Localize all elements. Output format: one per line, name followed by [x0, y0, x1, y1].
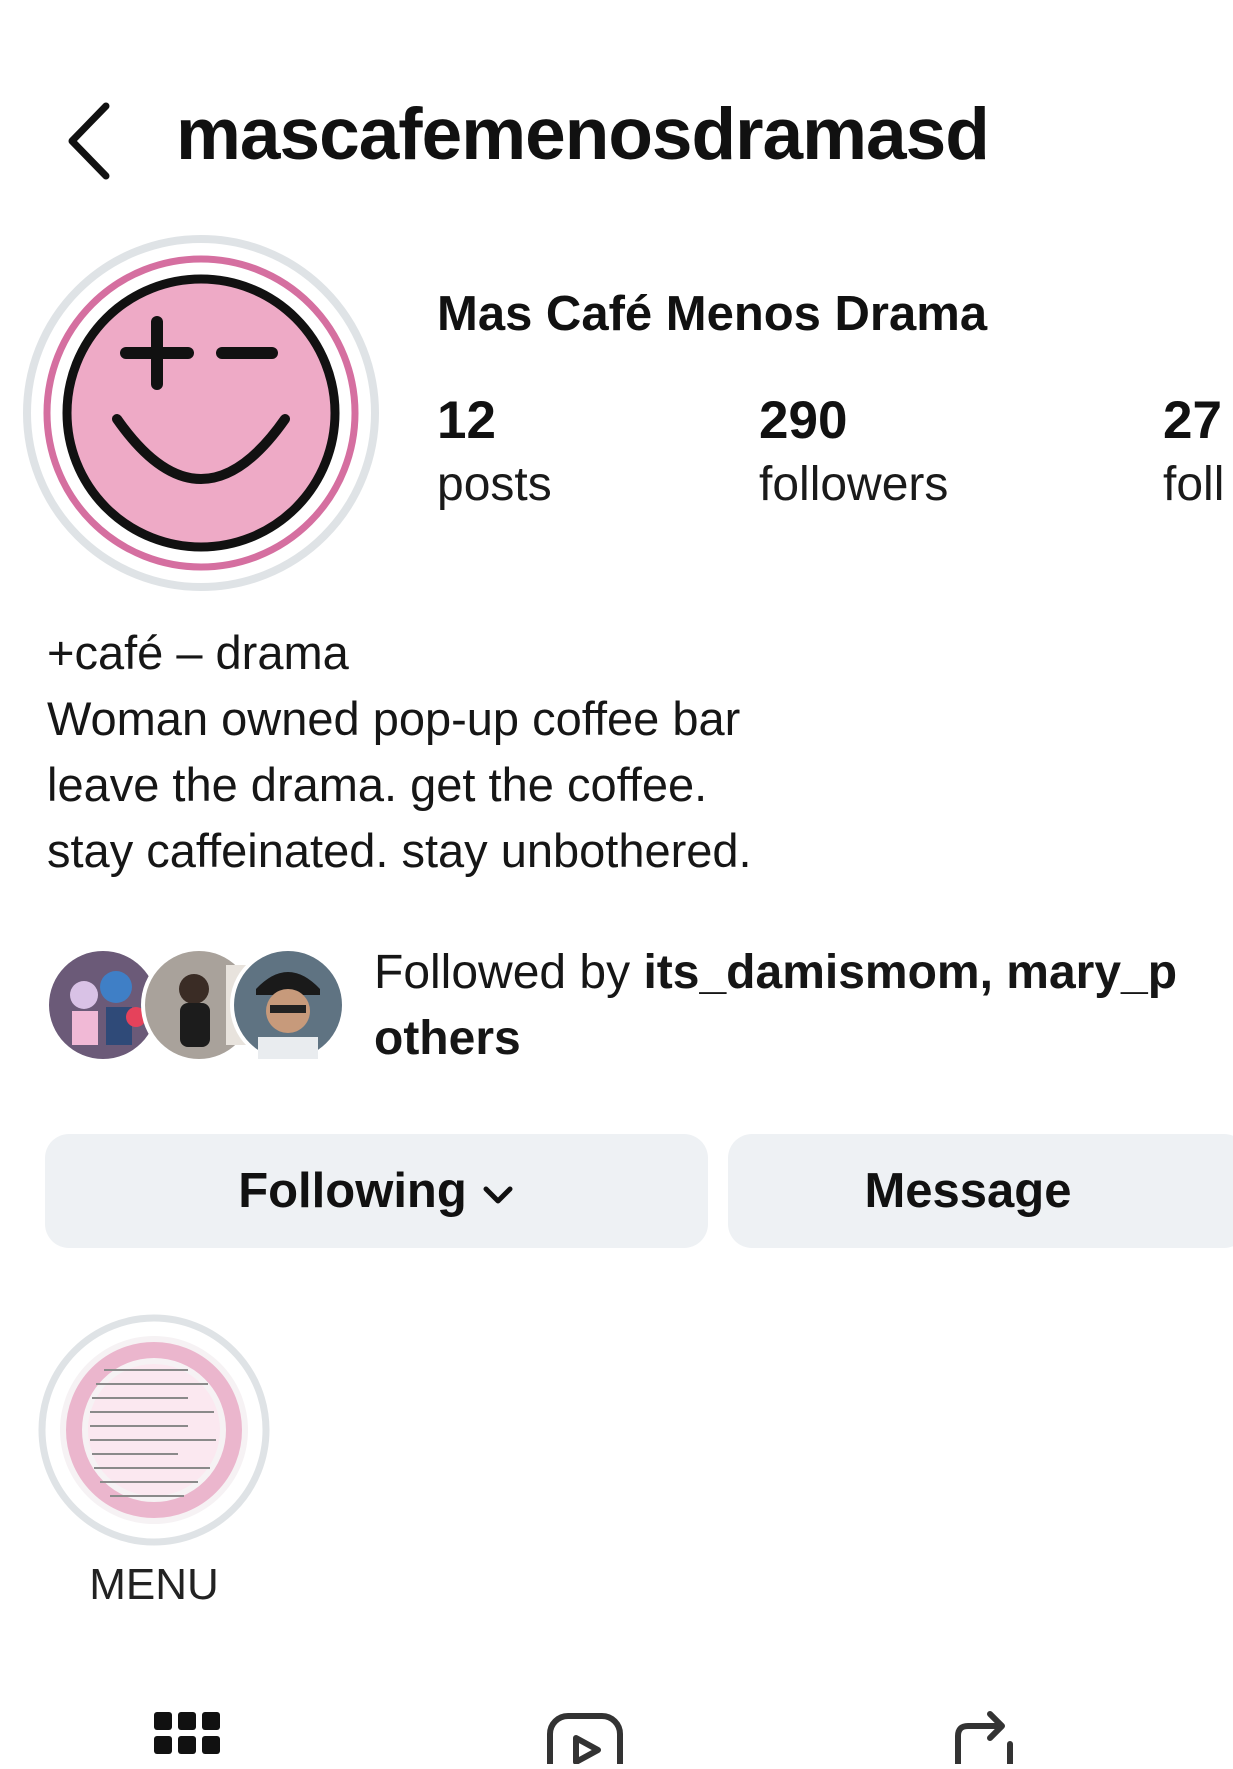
stat-followers-count: 290 — [759, 391, 848, 450]
plus-minus-smiley-logo — [23, 235, 379, 591]
mutual-others[interactable]: others — [374, 1012, 521, 1065]
message-button[interactable]: Message — [728, 1134, 1233, 1248]
stat-following-count: 27 — [1163, 394, 1222, 450]
back-button[interactable] — [56, 96, 126, 186]
tab-reposts[interactable] — [948, 1704, 1020, 1767]
tab-reels[interactable] — [544, 1704, 626, 1769]
stat-followers-label: followers — [759, 458, 949, 511]
tab-posts-grid[interactable] — [152, 1704, 222, 1764]
reposts-icon — [955, 1711, 1013, 1767]
bio-line: +café – drama — [47, 626, 349, 679]
reels-icon — [547, 1713, 623, 1769]
chevron-down-icon — [481, 1163, 515, 1219]
bio: +café – drama Woman owned pop-up coffee … — [47, 620, 752, 884]
mutual-followers-avatars[interactable] — [44, 945, 346, 1065]
story-highlight-menu[interactable] — [38, 1314, 270, 1546]
stat-following-label: foll — [1163, 458, 1225, 509]
mutual-names[interactable]: its_damismom, mary_p — [643, 946, 1177, 999]
chevron-left-icon — [68, 102, 110, 180]
following-label: Following — [238, 1164, 467, 1218]
bio-line: Woman owned pop-up coffee bar — [47, 692, 741, 745]
message-label: Message — [864, 1164, 1072, 1218]
stat-posts[interactable]: 12 posts — [437, 394, 552, 509]
stat-following[interactable]: 27 foll — [1163, 394, 1233, 509]
profile-avatar[interactable] — [22, 234, 380, 592]
stat-followers[interactable]: 290 followers — [759, 394, 948, 509]
stat-posts-label: posts — [437, 458, 552, 511]
mutual-followers-text[interactable]: Followed by its_damismom, mary_p others — [374, 940, 1177, 1072]
stat-posts-count: 12 — [437, 391, 496, 450]
bio-line: leave the drama. get the coffee. — [47, 758, 708, 811]
bio-line: stay caffeinated. stay unbothered. — [47, 824, 752, 877]
profile-username: mascafemenosdramasd — [176, 94, 990, 175]
mutual-avatar-3 — [230, 947, 346, 1063]
grid-icon — [154, 1712, 220, 1754]
highlight-label: MENU — [89, 1560, 219, 1609]
following-button[interactable]: Following — [45, 1134, 708, 1248]
mutual-prefix: Followed by — [374, 946, 644, 999]
menu-highlight-thumbnail — [38, 1314, 270, 1546]
display-name: Mas Café Menos Drama — [437, 287, 988, 341]
